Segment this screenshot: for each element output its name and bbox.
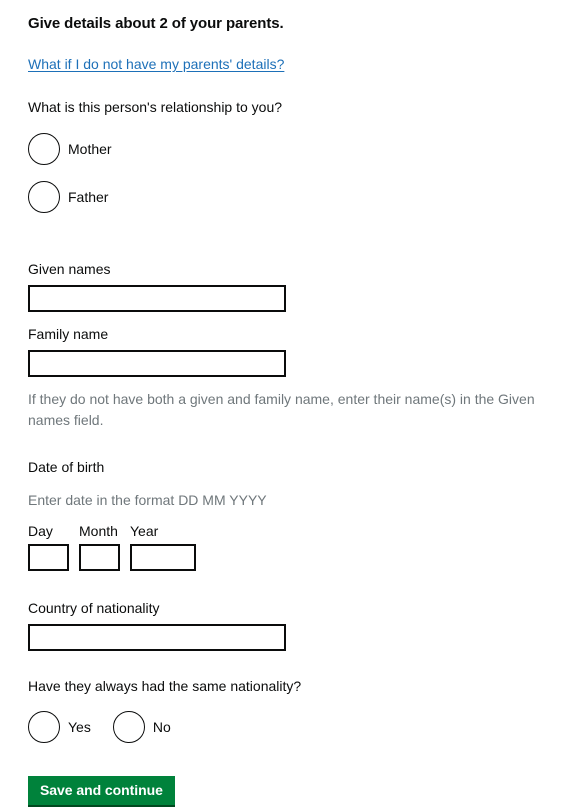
same-nationality-radio-group: Yes No — [28, 710, 553, 744]
page-title: Give details about 2 of your parents. — [28, 15, 284, 32]
country-of-nationality-label: Country of nationality — [28, 600, 160, 616]
form-page: Give details about 2 of your parents. Wh… — [0, 0, 575, 810]
date-of-birth-fields: Day Month Year — [28, 522, 553, 571]
year-label: Year — [130, 523, 159, 539]
given-names-input[interactable] — [28, 285, 286, 312]
form-content: Give details about 2 of your parents. Wh… — [28, 0, 553, 807]
radio-label-father: Father — [68, 188, 109, 205]
radio-label-mother: Mother — [68, 140, 112, 157]
radio-label-yes: Yes — [68, 718, 91, 735]
radio-option-no[interactable]: No — [112, 710, 171, 744]
date-part-year: Year — [130, 522, 196, 571]
family-name-label: Family name — [28, 326, 109, 342]
radio-circle-icon — [112, 711, 145, 743]
date-part-day: Day — [28, 522, 69, 571]
radio-circle-icon — [28, 711, 60, 743]
radio-option-father[interactable]: Father — [28, 180, 553, 214]
help-link-row: What if I do not have my parents' detail… — [28, 55, 553, 74]
date-part-month: Month — [79, 522, 120, 571]
day-label: Day — [28, 523, 53, 539]
radio-circle-icon — [28, 133, 60, 165]
family-name-input[interactable] — [28, 350, 286, 377]
radio-label-no: No — [152, 718, 171, 735]
same-nationality-question: Have they always had the same nationalit… — [28, 678, 302, 694]
no-parents-details-link[interactable]: What if I do not have my parents' detail… — [28, 56, 284, 72]
radio-option-mother[interactable]: Mother — [28, 132, 553, 166]
date-of-birth-hint: Enter date in the format DD MM YYYY — [28, 492, 267, 508]
radio-option-yes[interactable]: Yes — [28, 710, 91, 744]
year-input[interactable] — [130, 544, 196, 571]
radio-circle-icon — [28, 181, 60, 213]
day-input[interactable] — [28, 544, 69, 571]
month-label: Month — [79, 523, 118, 539]
date-of-birth-label: Date of birth — [28, 459, 105, 475]
save-and-continue-button[interactable]: Save and continue — [28, 776, 175, 807]
relationship-question: What is this person's relationship to yo… — [28, 99, 283, 115]
month-input[interactable] — [79, 544, 120, 571]
given-names-label: Given names — [28, 261, 111, 277]
relationship-radio-group: Mother Father — [28, 132, 553, 214]
country-of-nationality-input[interactable] — [28, 624, 286, 651]
name-hint-text: If they do not have both a given and fam… — [28, 391, 535, 428]
